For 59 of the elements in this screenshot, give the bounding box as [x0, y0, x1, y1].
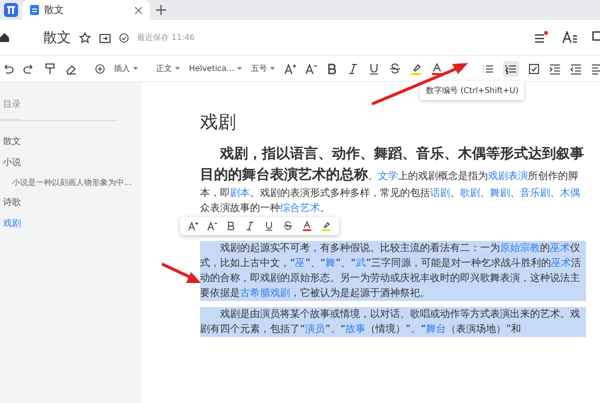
bullet-list-icon[interactable] — [482, 62, 494, 74]
underline-icon[interactable] — [264, 221, 274, 231]
document-tab[interactable]: 散文 — [22, 0, 150, 20]
decrease-font-icon[interactable] — [207, 221, 217, 231]
checklist-icon[interactable] — [528, 62, 540, 74]
font-color-icon[interactable] — [302, 221, 312, 231]
format-painter-icon[interactable] — [44, 62, 56, 74]
outline-item[interactable]: 散文 — [0, 131, 142, 152]
undo-icon[interactable] — [2, 62, 14, 74]
bold-icon[interactable] — [326, 62, 338, 74]
redo-icon[interactable] — [23, 62, 35, 74]
font-dropdown[interactable]: Helvetica... — [189, 64, 234, 73]
highlighter-icon[interactable] — [321, 221, 331, 231]
italic-icon[interactable] — [347, 62, 360, 74]
caret-icon[interactable] — [237, 66, 242, 70]
strikethrough-icon[interactable] — [283, 221, 293, 231]
font-size-dropdown[interactable]: 五号 — [251, 63, 268, 74]
app-logo-icon[interactable] — [4, 3, 18, 17]
decrease-font-icon[interactable] — [305, 62, 318, 74]
paragraph: 戏剧的起源实不可考，有多种假说。比较主流的看法有二：一为原始宗教的巫术仪式，比如上古中文，“巫”、“舞”、“武”三字同源，可能是对一种乞求战斗胜利的巫术活动的合称，即戏剧的原始形态。另一为劳动或庆祝丰收时的即兴歌舞表演，这种说法主要依据是古希腊戏剧，它被认为是起源于酒神祭祀。 — [200, 241, 586, 301]
document-heading: 戏剧 — [200, 111, 237, 134]
plus-circle-icon[interactable] — [95, 64, 105, 74]
insert-button[interactable]: 插入 — [114, 63, 130, 74]
outdent-icon[interactable] — [570, 62, 582, 74]
highlighter-icon[interactable] — [410, 62, 422, 74]
home-icon[interactable] — [0, 33, 9, 42]
bold-icon[interactable] — [226, 221, 236, 231]
indent-icon[interactable] — [549, 62, 562, 74]
increase-font-icon[interactable] — [284, 62, 296, 74]
paragraph: 戏剧是由演员将某个故事或情境，以对话、歌唱或动作等方式表演出来的艺术。戏剧有四个元素，包括了“演员”、“故事（情境）”、“舞台（表演场地）”和 — [200, 307, 586, 337]
outline-item[interactable]: 诗歌 — [0, 192, 142, 213]
numbered-list-icon[interactable] — [505, 62, 518, 74]
paragraph: 戏剧，指以语言、动作、舞蹈、音乐、木偶等形式达到叙事目的的舞台表演艺术的总称。文学上的戏剧概念是指为戏剧表演所创作的脚本，即剧本。戏剧的表演形式多种多样，常见的包括话剧、歌剧、舞剧、音乐剧、木偶 众表演故事的一种综合艺术。 — [200, 144, 585, 216]
close-icon[interactable] — [135, 6, 142, 14]
tooltip: 数字编号 (Ctrl+Shift+U) — [420, 81, 524, 100]
caret-icon[interactable] — [133, 66, 138, 70]
underline-icon[interactable] — [368, 62, 380, 74]
eraser-icon[interactable] — [65, 62, 77, 74]
align-icon[interactable] — [591, 62, 600, 74]
font-color-icon[interactable] — [431, 62, 444, 74]
strikethrough-icon[interactable] — [389, 62, 402, 74]
caret-icon[interactable] — [270, 66, 276, 70]
outline-item[interactable]: 小说 — [0, 152, 142, 173]
star-icon[interactable] — [79, 32, 91, 44]
caret-icon[interactable] — [175, 66, 180, 70]
folder-icon[interactable] — [99, 32, 111, 44]
menu-icon[interactable] — [534, 31, 548, 44]
document-title: 散文 — [43, 28, 71, 46]
increase-font-icon[interactable] — [188, 221, 198, 231]
annotation-arrow — [161, 262, 201, 283]
text-format-icon[interactable] — [562, 31, 578, 44]
outline-item[interactable]: 小说是一种以刻画人物形象为中... — [0, 173, 142, 192]
italic-icon[interactable] — [245, 221, 255, 231]
check-circle-icon[interactable] — [119, 32, 129, 42]
outline-item[interactable]: 戏剧 — [0, 213, 142, 234]
document-icon — [30, 5, 39, 15]
save-status: 最近保存 11:46 — [137, 32, 195, 43]
new-tab-icon[interactable] — [156, 5, 166, 15]
paragraph-style-dropdown[interactable]: 正文 — [156, 63, 172, 74]
